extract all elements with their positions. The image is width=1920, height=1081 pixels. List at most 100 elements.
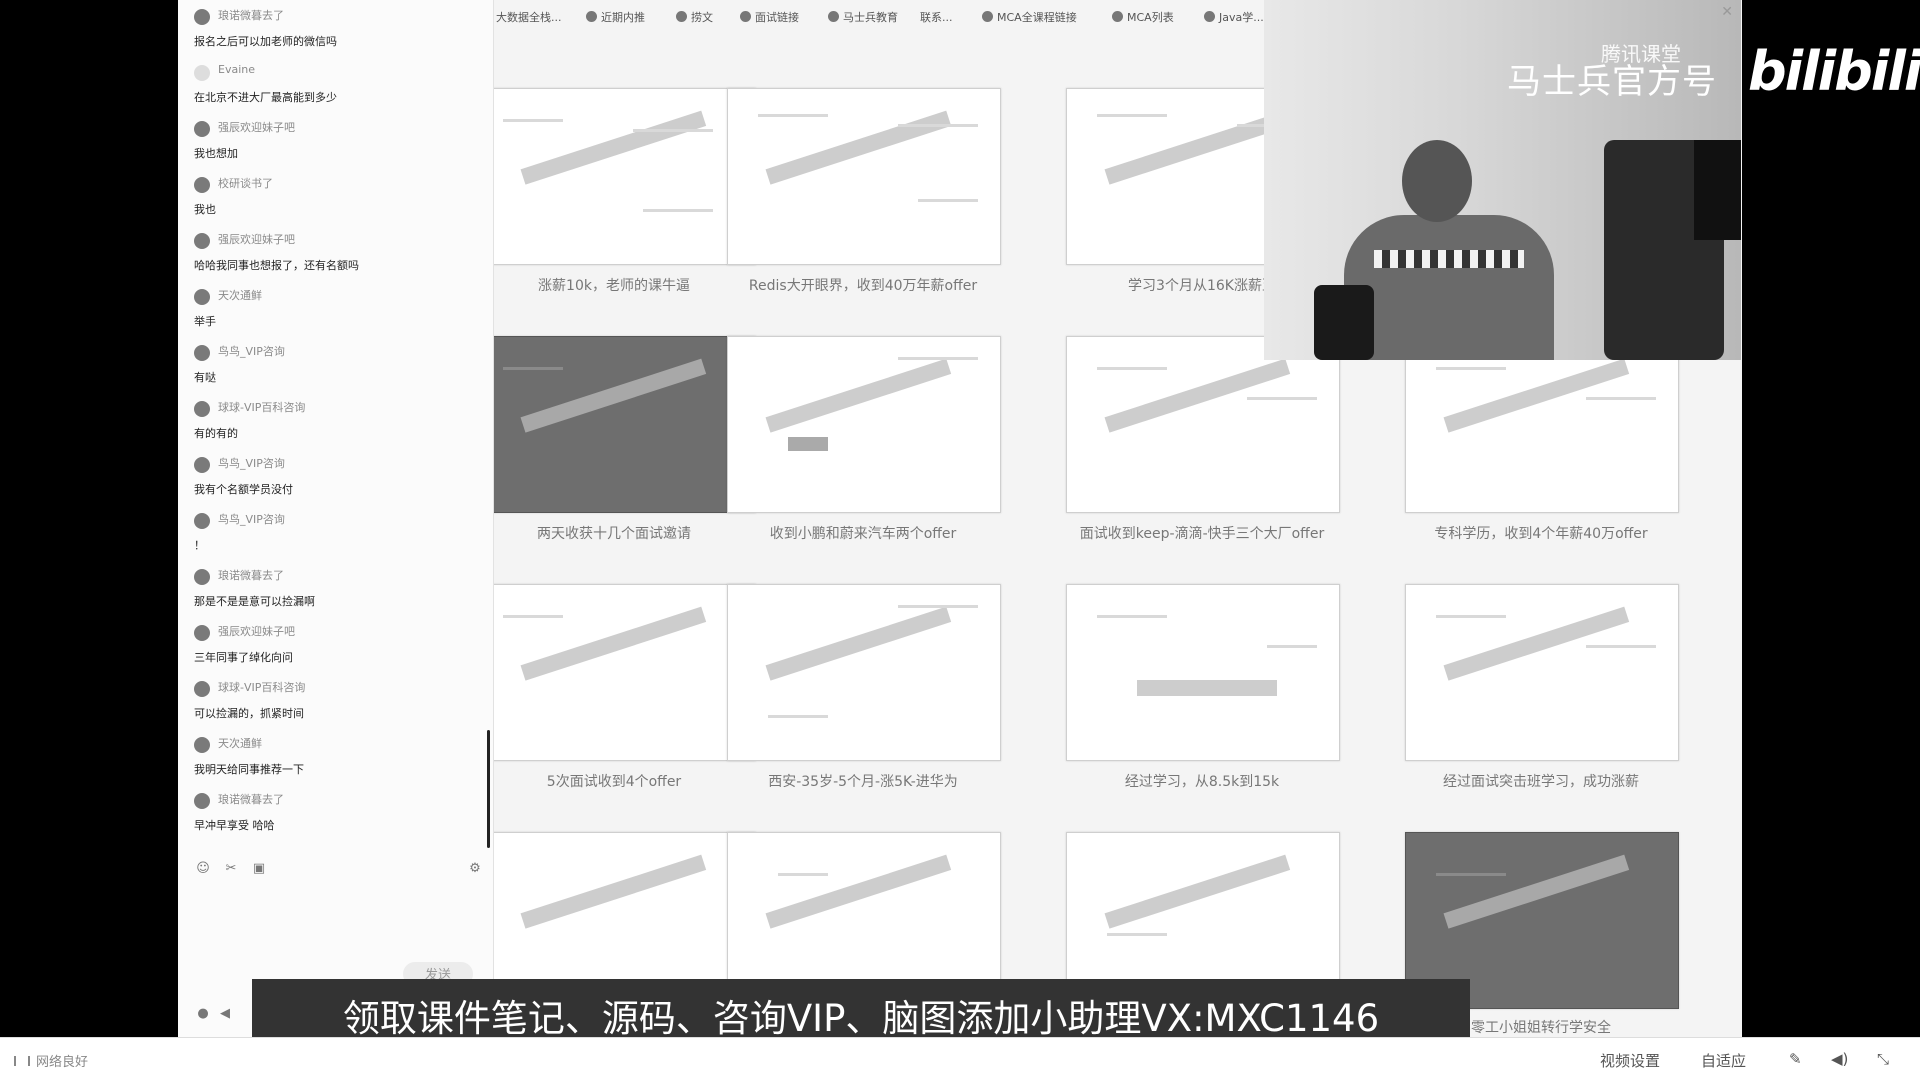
settings-icon[interactable]: ⚙ <box>466 860 484 878</box>
chat-text: ！ <box>194 539 205 552</box>
bookmark-item[interactable]: MCA全课程链接 <box>982 9 1077 25</box>
avatar <box>194 737 210 753</box>
showcase-card[interactable] <box>727 336 1001 513</box>
globe-icon <box>676 11 687 22</box>
avatar <box>194 65 210 81</box>
adaptive-button[interactable]: 自适应 <box>1701 1050 1746 1071</box>
chat-message: 强辰欢迎妹子吧 三年同事了绰化向问 <box>194 620 484 674</box>
bookmark-item[interactable]: Java学... <box>1204 9 1264 25</box>
avatar <box>194 9 210 25</box>
video-stage: 琅诺微暮去了 报名之后可以加老师的微信吗 Evaine 在北京不进大厂最高能到多少 … <box>0 0 1920 1037</box>
chat-text: 举手 <box>194 315 216 328</box>
chat-message: 鸟鸟_VIP咨询 有哒 <box>194 340 484 394</box>
showcase-card[interactable] <box>1405 336 1679 513</box>
link-icon <box>1204 11 1215 22</box>
card-caption: 专科学历，收到4个年薪40万offer <box>1434 526 1648 542</box>
card-caption: Redis大开眼界，收到40万年薪offer <box>748 278 978 294</box>
showcase-card[interactable] <box>727 584 1001 761</box>
showcase-card[interactable] <box>727 88 1001 265</box>
video-settings-button[interactable]: 视频设置 <box>1600 1050 1660 1071</box>
bookmark-item[interactable]: 捞文 <box>676 9 713 25</box>
card-caption: 经过学习，从8.5k到15k <box>1124 774 1280 790</box>
avatar <box>194 401 210 417</box>
speaker-icon[interactable]: ◀ <box>216 1005 234 1023</box>
showcase-card[interactable] <box>1405 584 1679 761</box>
globe-icon <box>586 11 597 22</box>
showcase-card[interactable] <box>494 88 756 265</box>
globe-icon <box>740 11 751 22</box>
chat-message-list: 琅诺微暮去了 报名之后可以加老师的微信吗 Evaine 在北京不进大厂最高能到多少 … <box>178 0 493 850</box>
chat-message: 强辰欢迎妹子吧哈哈我同事也想报了，还有名额吗 <box>194 228 484 282</box>
chat-username: Evaine <box>218 63 255 76</box>
chat-text: 可以捡漏的，抓紧时间 <box>194 707 304 720</box>
chat-username: 天次通鲜 <box>218 737 262 750</box>
bookmark-item[interactable]: 联系... <box>920 9 953 25</box>
bookmark-item[interactable]: 大数据全栈... <box>496 9 562 25</box>
avatar <box>194 121 210 137</box>
bookmark-item[interactable]: MCA列表 <box>1112 9 1174 25</box>
chat-username: 鸟鸟_VIP咨询 <box>218 457 285 470</box>
chat-toolbar: ☺ ✂ ▣ ⚙ <box>194 860 484 882</box>
chat-message: 天次通鲜 举手 <box>194 284 484 338</box>
chat-message: Evaine 在北京不进大厂最高能到多少 <box>194 60 484 114</box>
chat-message: 球球-VIP百科咨询有的有的 <box>194 396 484 450</box>
microphone <box>1314 285 1374 360</box>
chat-message: 鸟鸟_VIP咨询我有个名额学员没付 <box>194 452 484 506</box>
chat-message: 校研谈书了 我也 <box>194 172 484 226</box>
image-icon[interactable]: ▣ <box>250 860 268 878</box>
chat-panel: 琅诺微暮去了 报名之后可以加老师的微信吗 Evaine 在北京不进大厂最高能到多少 … <box>178 0 494 1037</box>
showcase-card[interactable] <box>494 336 756 513</box>
card-caption: 西安-35岁-5个月-涨5K-进华为 <box>768 774 958 790</box>
close-icon[interactable]: ✕ <box>1721 4 1733 20</box>
chat-message: 琅诺微暮去了 那是不是是意可以捡漏啊 <box>194 564 484 618</box>
link-icon <box>1112 11 1123 22</box>
chat-text: 我有个名额学员没付 <box>194 483 293 496</box>
chat-text: 在北京不进大厂最高能到多少 <box>194 91 337 104</box>
avatar <box>194 289 210 305</box>
presenter-head <box>1402 140 1472 222</box>
avatar <box>194 233 210 249</box>
microphone-icon[interactable]: ● <box>194 1005 212 1023</box>
monitor <box>1694 140 1741 240</box>
avatar <box>194 345 210 361</box>
showcase-card[interactable] <box>1066 584 1340 761</box>
card-caption: 收到小鹏和蔚来汽车两个offer <box>769 526 957 542</box>
emoji-icon[interactable]: ☺ <box>194 860 212 878</box>
network-status: 网络良好 <box>14 1051 88 1070</box>
avatar <box>194 177 210 193</box>
chat-message: 琅诺微暮去了报名之后可以加老师的微信吗 <box>194 4 484 58</box>
chat-message: 鸟鸟_VIP咨询 ！ <box>194 508 484 562</box>
bookmark-item[interactable]: 面试链接 <box>740 9 799 25</box>
chat-username: 强辰欢迎妹子吧 <box>218 121 295 134</box>
presenter <box>1344 215 1554 360</box>
chat-username: 强辰欢迎妹子吧 <box>218 625 295 638</box>
channel-watermark: 马士兵官方号 <box>1507 62 1717 102</box>
chat-username: 校研谈书了 <box>218 177 273 190</box>
chat-username: 天次通鲜 <box>218 289 262 302</box>
chat-username: 强辰欢迎妹子吧 <box>218 233 295 246</box>
fullscreen-exit-icon[interactable]: ⤡ <box>1877 1050 1889 1068</box>
chat-scrollbar[interactable] <box>487 730 490 848</box>
volume-icon[interactable]: ◀) <box>1831 1050 1848 1068</box>
chat-text: 我也 <box>194 203 216 216</box>
chat-username: 琅诺微暮去了 <box>218 569 284 582</box>
chat-username: 球球-VIP百科咨询 <box>218 401 306 414</box>
chat-text: 哈哈我同事也想报了，还有名额吗 <box>194 259 359 272</box>
scissors-icon[interactable]: ✂ <box>222 860 240 878</box>
link-icon <box>982 11 993 22</box>
chat-username: 琅诺微暮去了 <box>218 793 284 806</box>
showcase-card[interactable] <box>494 584 756 761</box>
chat-username: 球球-VIP百科咨询 <box>218 681 306 694</box>
bookmark-item[interactable]: 近期内推 <box>586 9 645 25</box>
chat-text: 报名之后可以加老师的微信吗 <box>194 35 337 48</box>
chat-username: 琅诺微暮去了 <box>218 9 284 22</box>
player-control-bar: 网络良好 视频设置 自适应 ✎ ◀) ⤡ <box>0 1037 1920 1081</box>
globe-icon <box>828 11 839 22</box>
chat-text: 有的有的 <box>194 427 238 440</box>
bookmark-item[interactable]: 马士兵教育 <box>828 9 898 25</box>
chat-message: 天次通鲜 我明天给同事推荐一下 <box>194 732 484 786</box>
bilibili-logo: bilibili <box>1748 40 1920 103</box>
microphone-icon[interactable]: ✎ <box>1789 1050 1802 1068</box>
avatar <box>194 681 210 697</box>
showcase-card[interactable] <box>1066 336 1340 513</box>
